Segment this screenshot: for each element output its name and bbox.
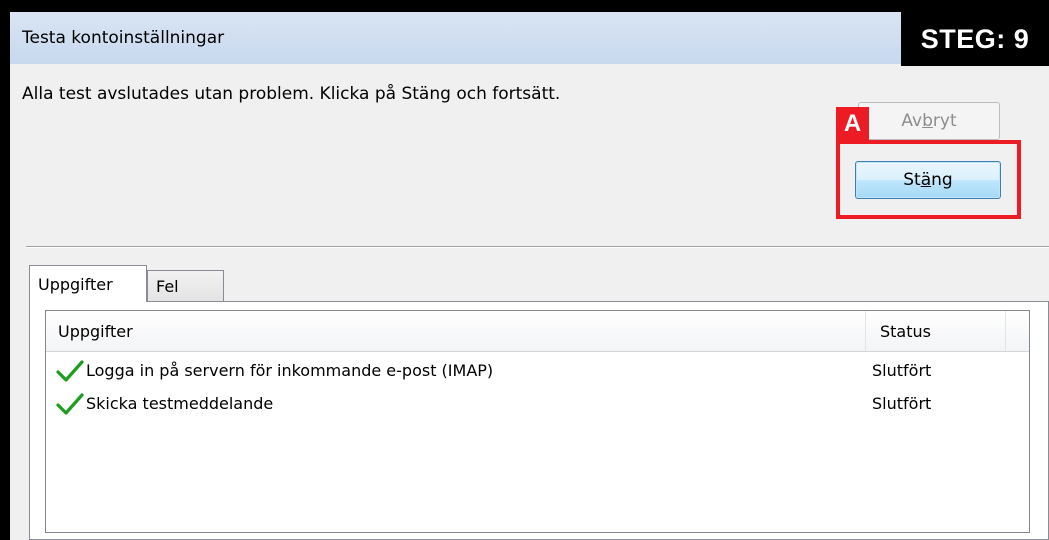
column-header-status[interactable]: Status	[866, 311, 1006, 351]
close-label-post: ng	[931, 170, 953, 190]
checkmark-icon	[56, 360, 84, 382]
close-accesskey: ä	[920, 170, 932, 190]
window-title: Testa kontoinställningar	[22, 28, 225, 48]
close-label-pre: St	[903, 170, 921, 190]
step-label: STEG: 9	[901, 12, 1049, 66]
cancel-label-pre: Av	[901, 111, 923, 131]
table-row[interactable]: Logga in på servern för inkommande e-pos…	[46, 355, 1029, 387]
tab-label: Uppgifter	[38, 274, 113, 294]
cancel-button: Av b ryt	[858, 102, 1000, 140]
task-name: Logga in på servern för inkommande e-pos…	[86, 361, 494, 380]
dialog-window: Testa kontoinställningar Alla test avslu…	[10, 12, 1049, 540]
task-name: Skicka testmeddelande	[86, 394, 274, 413]
close-button[interactable]: St ä ng	[855, 161, 1001, 199]
column-header-tasks[interactable]: Uppgifter	[46, 311, 866, 351]
separator-line	[26, 246, 1049, 248]
cancel-label-post: ryt	[932, 111, 957, 131]
table-row[interactable]: Skicka testmeddelande Slutfört	[46, 388, 1029, 420]
tab-label: Fel	[156, 277, 179, 296]
status-message: Alla test avslutades utan problem. Klick…	[22, 84, 561, 104]
task-list: Uppgifter Status Logga in på servern för…	[45, 310, 1030, 533]
annotation-badge: A	[836, 107, 869, 140]
checkmark-icon	[56, 393, 84, 415]
cancel-accesskey: b	[922, 111, 933, 131]
tab-fel[interactable]: Fel	[147, 270, 224, 302]
task-status: Slutfört	[872, 394, 932, 413]
tab-uppgifter[interactable]: Uppgifter	[29, 265, 147, 302]
task-status: Slutfört	[872, 361, 932, 380]
title-bar: Testa kontoinställningar	[10, 12, 1049, 64]
tab-panel: Uppgifter Status Logga in på servern för…	[29, 301, 1049, 540]
list-header: Uppgifter Status	[46, 311, 1029, 352]
